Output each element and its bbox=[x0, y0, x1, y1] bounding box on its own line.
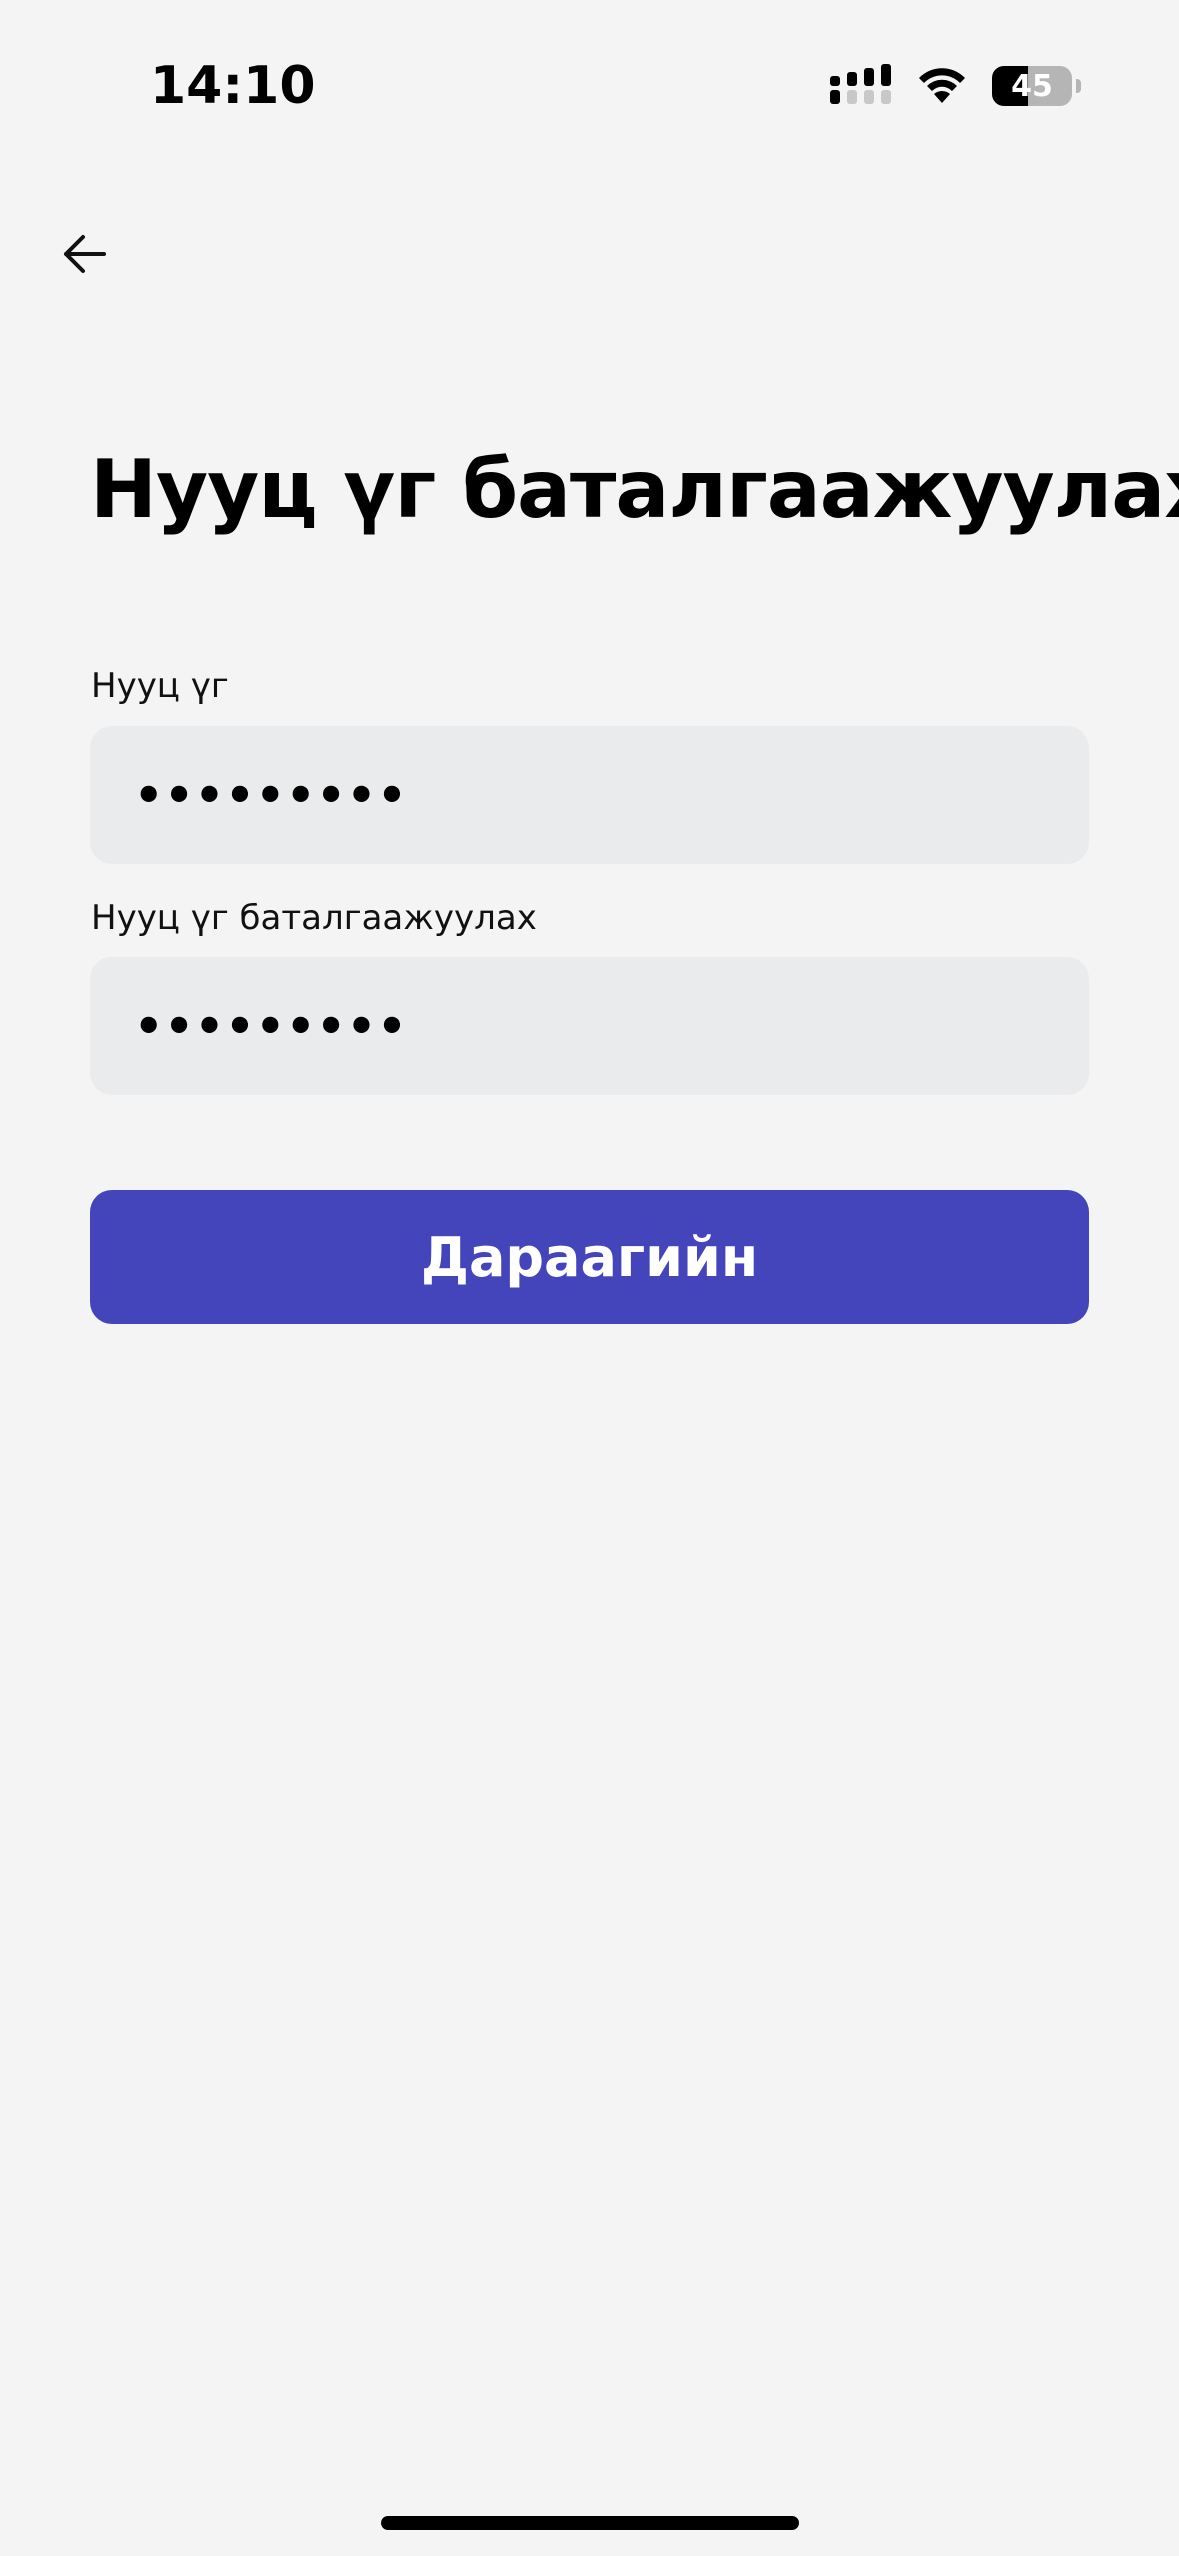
battery-cap bbox=[1076, 79, 1081, 93]
page-title: Нууц үг баталгаажуулах bbox=[90, 443, 1179, 536]
back-button[interactable] bbox=[50, 222, 118, 290]
password-confirm-screen: 14:10 45 Нууц үг баталгаажуулах Нууц үг … bbox=[0, 0, 1179, 2556]
password-field[interactable]: ••••••••• bbox=[90, 726, 1089, 864]
status-bar: 14:10 45 bbox=[0, 0, 1179, 170]
status-time: 14:10 bbox=[150, 56, 316, 116]
arrow-left-icon bbox=[61, 234, 107, 279]
cellular-signal-icon bbox=[830, 63, 892, 109]
home-indicator[interactable] bbox=[381, 2516, 799, 2530]
password-label: Нууц үг bbox=[91, 666, 229, 706]
battery-level: 45 bbox=[1011, 68, 1053, 104]
status-icons: 45 bbox=[830, 63, 1081, 110]
next-button[interactable]: Дараагийн bbox=[90, 1190, 1089, 1324]
password-value: ••••••••• bbox=[134, 768, 408, 822]
confirm-password-field[interactable]: ••••••••• bbox=[90, 957, 1089, 1095]
battery-icon: 45 bbox=[992, 66, 1072, 106]
confirm-password-value: ••••••••• bbox=[134, 999, 408, 1053]
wifi-icon bbox=[914, 63, 970, 110]
confirm-password-label: Нууц үг баталгаажуулах bbox=[91, 898, 537, 938]
